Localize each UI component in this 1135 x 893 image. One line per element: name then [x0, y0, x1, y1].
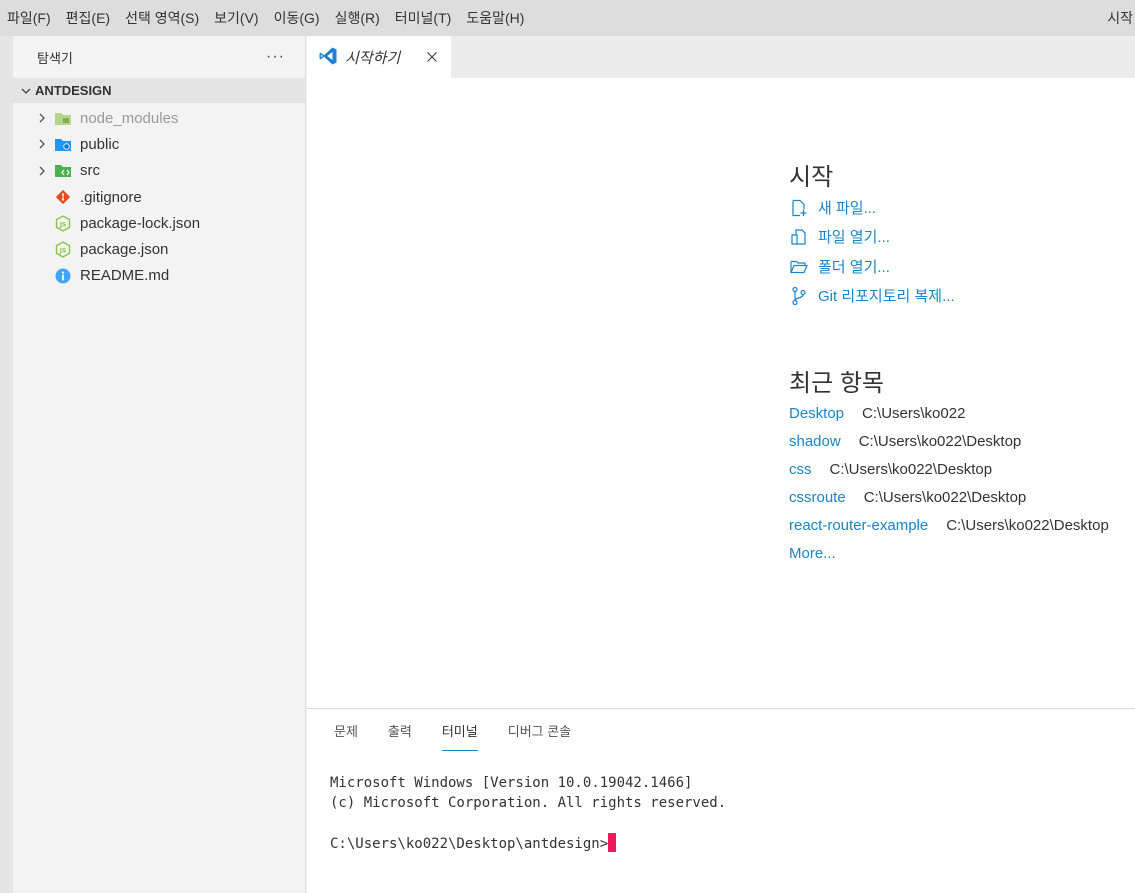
tab-terminal[interactable]: 터미널	[441, 709, 478, 751]
tree-item-label: package-lock.json	[80, 214, 201, 232]
git-branch-icon	[789, 286, 809, 306]
close-icon[interactable]	[423, 48, 441, 66]
menu-file[interactable]: 파일(F)	[0, 0, 59, 36]
open-folder-icon	[789, 257, 809, 277]
open-folder-link[interactable]: 폴더 열기...	[789, 256, 890, 277]
recent-item-path: C:\Users\ko022\Desktop	[863, 489, 1027, 506]
open-file-label: 파일 열기...	[818, 229, 890, 246]
clone-git-repo-label: Git 리포지토리 복제...	[818, 288, 955, 305]
recent-item: cssroute C:\Users\ko022\Desktop	[789, 489, 1026, 506]
tree-item-node-modules[interactable]: node_modules	[13, 105, 305, 131]
tree-item-label: src	[80, 162, 100, 180]
tree-item-src[interactable]: src	[13, 158, 305, 184]
public-folder-icon	[53, 135, 73, 153]
tree-item-readme[interactable]: README.md	[13, 263, 305, 289]
terminal-output[interactable]: Microsoft Windows [Version 10.0.19042.14…	[330, 773, 726, 854]
chevron-right-icon	[31, 138, 53, 150]
nodejs-icon: JS	[53, 214, 73, 232]
info-icon	[53, 267, 73, 285]
menu-edit[interactable]: 편집(E)	[59, 0, 118, 36]
tree-item-label: README.md	[80, 267, 170, 285]
explorer-header: 탐색기 ···	[13, 36, 305, 78]
tab-debug-console[interactable]: 디버그 콘솔	[508, 709, 571, 751]
node-modules-folder-icon	[53, 109, 73, 127]
welcome-page: 시작 새 파일... 파일 열기... 폴더 열기... Git 리포지토리 복…	[307, 78, 1135, 708]
recent-item-link[interactable]: css	[789, 461, 812, 478]
window-title: 시작	[1107, 10, 1133, 26]
menu-go[interactable]: 이동(G)	[267, 0, 328, 36]
workspace-folder-name: ANTDESIGN	[35, 83, 112, 98]
recent-item-link[interactable]: cssroute	[789, 489, 846, 506]
terminal-line: Microsoft Windows [Version 10.0.19042.14…	[330, 775, 693, 791]
explorer-title: 탐색기	[37, 50, 73, 66]
terminal-line: (c) Microsoft Corporation. All rights re…	[330, 795, 727, 811]
clone-git-repo-link[interactable]: Git 리포지토리 복제...	[789, 285, 955, 306]
chevron-down-icon	[17, 85, 35, 97]
tab-welcome[interactable]: 시작하기	[307, 36, 451, 78]
open-file-icon	[789, 227, 809, 247]
menu-run[interactable]: 실행(R)	[328, 0, 388, 36]
src-folder-icon	[53, 162, 73, 180]
workspace-folder-header[interactable]: ANTDESIGN	[13, 78, 305, 103]
tree-item-public[interactable]: public	[13, 131, 305, 157]
svg-text:JS: JS	[59, 221, 67, 228]
recent-item-path: C:\Users\ko022\Desktop	[946, 517, 1109, 534]
menu-bar: 파일(F) 편집(E) 선택 영역(S) 보기(V) 이동(G) 실행(R) 터…	[0, 0, 1135, 36]
explorer-sidebar: 탐색기 ··· ANTDESIGN node_modules public sr…	[13, 36, 306, 893]
tree-item-label: .gitignore	[80, 188, 142, 206]
menu-help[interactable]: 도움말(H)	[459, 0, 532, 36]
tree-item-package-lock-json[interactable]: JS package-lock.json	[13, 210, 305, 236]
more-recent-link[interactable]: More...	[789, 545, 836, 562]
tab-problems[interactable]: 문제	[334, 709, 358, 751]
new-file-link[interactable]: 새 파일...	[789, 197, 876, 218]
tree-item-label: public	[80, 135, 120, 153]
svg-text:JS: JS	[59, 248, 67, 255]
recent-section-title: 최근 항목	[789, 370, 884, 397]
start-section-title: 시작	[789, 164, 834, 191]
tree-item-label: node_modules	[80, 109, 179, 127]
recent-item: react-router-example C:\Users\ko022\Desk…	[789, 517, 1109, 534]
recent-item: Desktop C:\Users\ko022	[789, 405, 965, 422]
chevron-right-icon	[31, 165, 53, 177]
git-icon	[53, 188, 73, 206]
vscode-logo-icon	[318, 46, 338, 69]
activity-bar	[0, 36, 13, 893]
menu-terminal[interactable]: 터미널(T)	[388, 0, 460, 36]
bottom-panel: 문제 출력 터미널 디버그 콘솔 Microsoft Windows [Vers…	[307, 708, 1135, 893]
recent-item-path: C:\Users\ko022\Desktop	[829, 461, 993, 478]
open-file-link[interactable]: 파일 열기...	[789, 226, 890, 247]
new-file-icon	[789, 198, 809, 218]
tree-item-gitignore[interactable]: .gitignore	[13, 184, 305, 210]
recent-item: css C:\Users\ko022\Desktop	[789, 461, 992, 478]
menu-selection[interactable]: 선택 영역(S)	[118, 0, 207, 36]
tab-label: 시작하기	[345, 49, 401, 67]
terminal-prompt: C:\Users\ko022\Desktop\antdesign>	[330, 836, 609, 852]
recent-item-link[interactable]: react-router-example	[789, 517, 928, 534]
recent-item-path: C:\Users\ko022	[862, 405, 966, 422]
panel-tabs: 문제 출력 터미널 디버그 콘솔	[334, 709, 601, 751]
nodejs-icon: JS	[53, 241, 73, 259]
recent-item-link[interactable]: Desktop	[789, 405, 844, 422]
recent-item-path: C:\Users\ko022\Desktop	[858, 433, 1022, 450]
open-folder-label: 폴더 열기...	[818, 259, 890, 276]
recent-item-link[interactable]: shadow	[789, 433, 841, 450]
editor-tab-bar: 시작하기	[307, 36, 1135, 78]
terminal-cursor	[608, 833, 617, 852]
tree-item-label: package.json	[80, 241, 169, 259]
tree-item-package-json[interactable]: JS package.json	[13, 236, 305, 262]
more-actions-icon[interactable]: ···	[266, 48, 285, 66]
recent-item: shadow C:\Users\ko022\Desktop	[789, 433, 1021, 450]
menu-view[interactable]: 보기(V)	[207, 0, 266, 36]
chevron-right-icon	[31, 112, 53, 124]
new-file-label: 새 파일...	[818, 200, 877, 217]
tab-output[interactable]: 출력	[388, 709, 412, 751]
